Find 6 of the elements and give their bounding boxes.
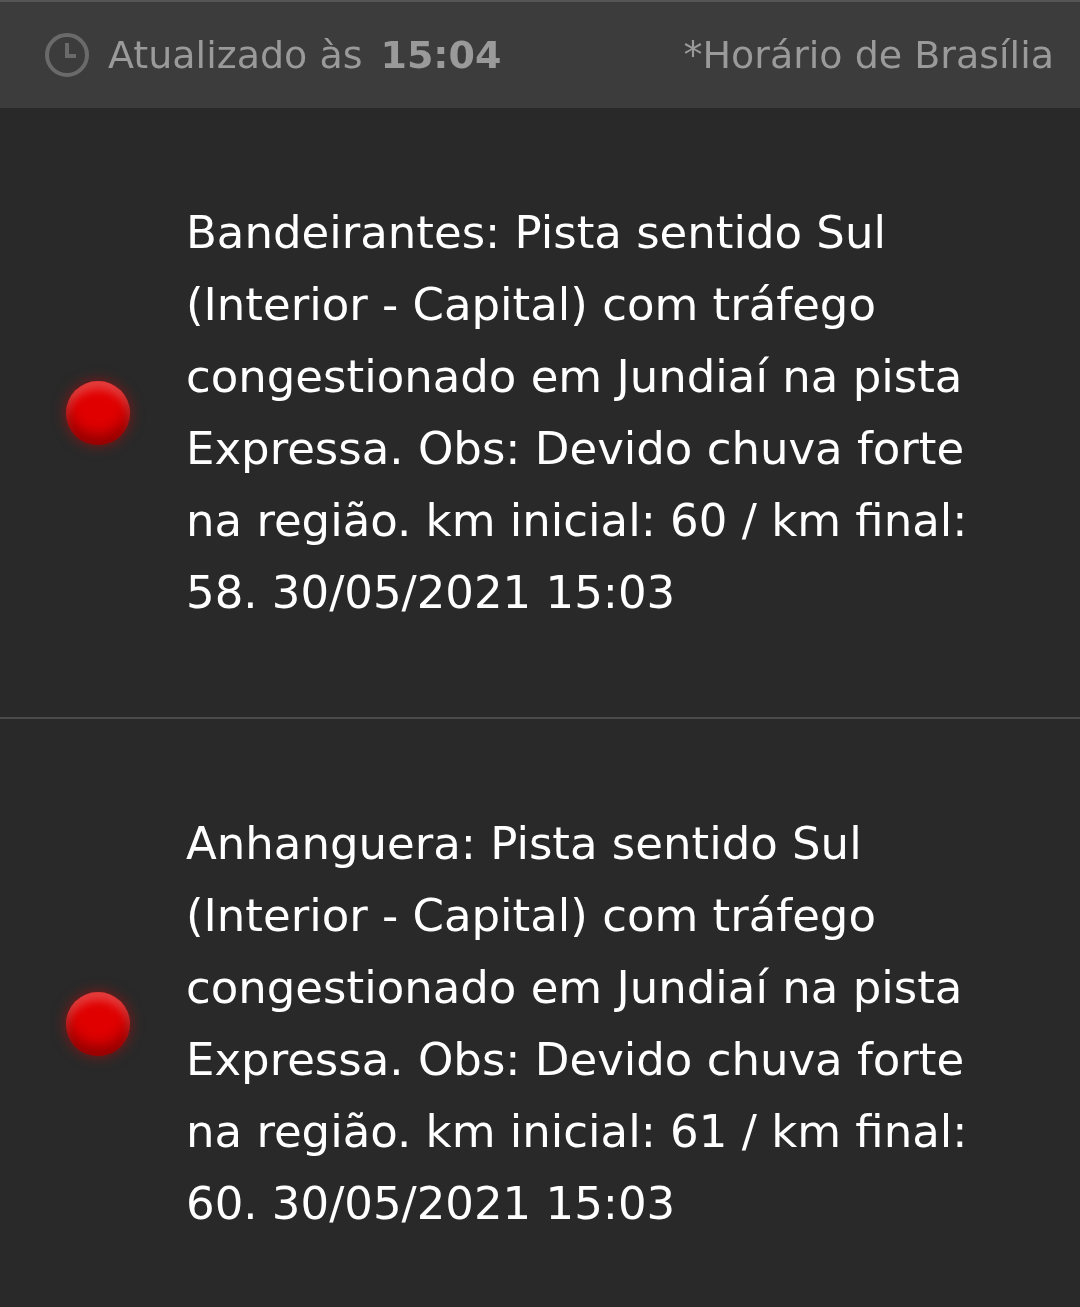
clock-icon (44, 32, 90, 78)
updated-label: Atualizado às (108, 33, 363, 77)
alert-text: Bandeirantes: Pista sentido Sul (Interior - Capital) com tráfego congestionado em Jundiaí na pista Expressa. Obs: Devido chuva forte na região. km inicial: 60 / km final: 58. 30/05/2021 15:03 (186, 204, 969, 621)
timezone-note: *Horário de Brasília (683, 33, 1054, 77)
alert-text: Anhanguera: Pista sentido Sul (Interior - Capital) com tráfego congestionado em Jundiaí na pista Expressa. Obs: Devido chuva forte na região. km inicial: 61 / km final: 60. 30/05/2021 15:03 (186, 815, 969, 1232)
updated-time: 15:04 (380, 33, 502, 77)
